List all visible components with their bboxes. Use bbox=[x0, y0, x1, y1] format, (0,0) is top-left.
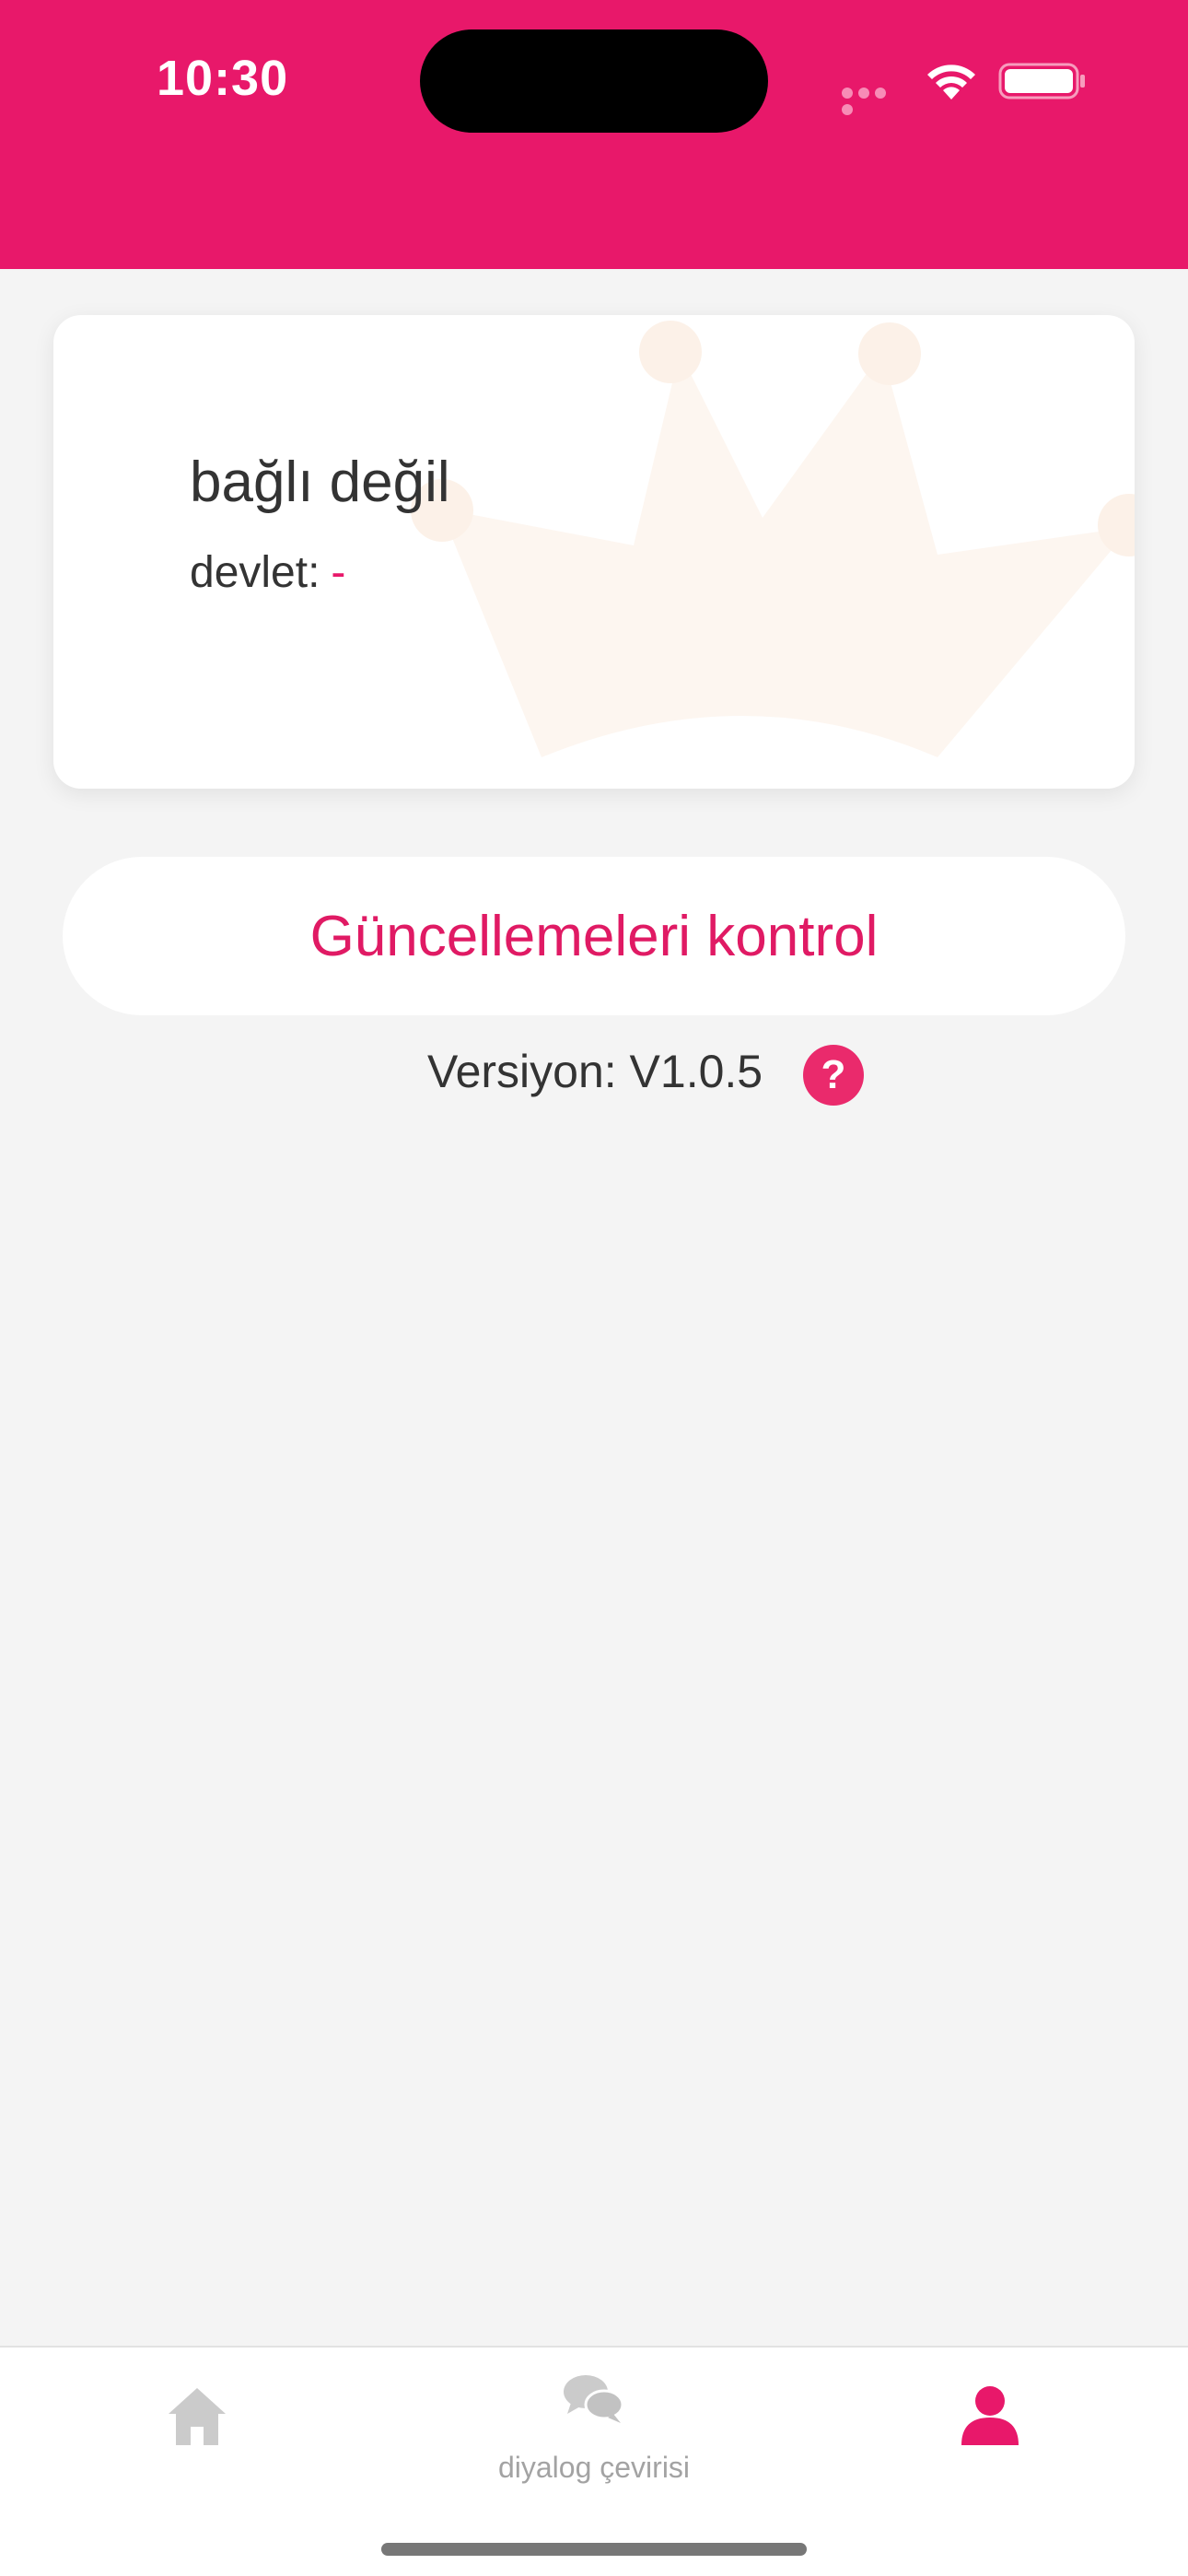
connection-status-card: bağlı değil devlet: - bbox=[53, 315, 1135, 789]
tab-dialog-label: diyalog çevirisi bbox=[497, 2451, 691, 2484]
home-icon bbox=[169, 2388, 226, 2445]
header-bar: 10:30 bbox=[0, 0, 1188, 269]
wifi-icon bbox=[927, 64, 975, 100]
crown-watermark-icon bbox=[411, 321, 1135, 757]
tab-bar: diyalog çevirisi bbox=[0, 2346, 1188, 2576]
tab-dialog-translation[interactable]: diyalog çevirisi bbox=[460, 2348, 728, 2504]
state-value: - bbox=[331, 548, 346, 597]
dynamic-island bbox=[420, 29, 768, 133]
state-label: devlet: bbox=[190, 548, 320, 597]
battery-icon bbox=[998, 63, 1085, 100]
tab-home[interactable] bbox=[147, 2348, 247, 2504]
tab-profile[interactable] bbox=[949, 2348, 1048, 2504]
chat-icon bbox=[564, 2375, 624, 2423]
home-indicator[interactable] bbox=[381, 2543, 807, 2556]
status-time: 10:30 bbox=[157, 51, 289, 106]
user-icon bbox=[961, 2386, 1019, 2445]
cellular-signal-icon bbox=[842, 87, 906, 115]
connection-state-row: devlet: - bbox=[190, 547, 345, 598]
app-screen: 10:30 bağlı değil devlet:- Güncellemele bbox=[0, 0, 1188, 2576]
check-updates-button[interactable]: Güncellemeleri kontrol bbox=[63, 857, 1125, 1015]
connection-status-title: bağlı değil bbox=[190, 451, 450, 514]
help-icon[interactable]: ? bbox=[803, 1045, 864, 1106]
version-label: Versiyon: V1.0.5 bbox=[427, 1046, 763, 1097]
